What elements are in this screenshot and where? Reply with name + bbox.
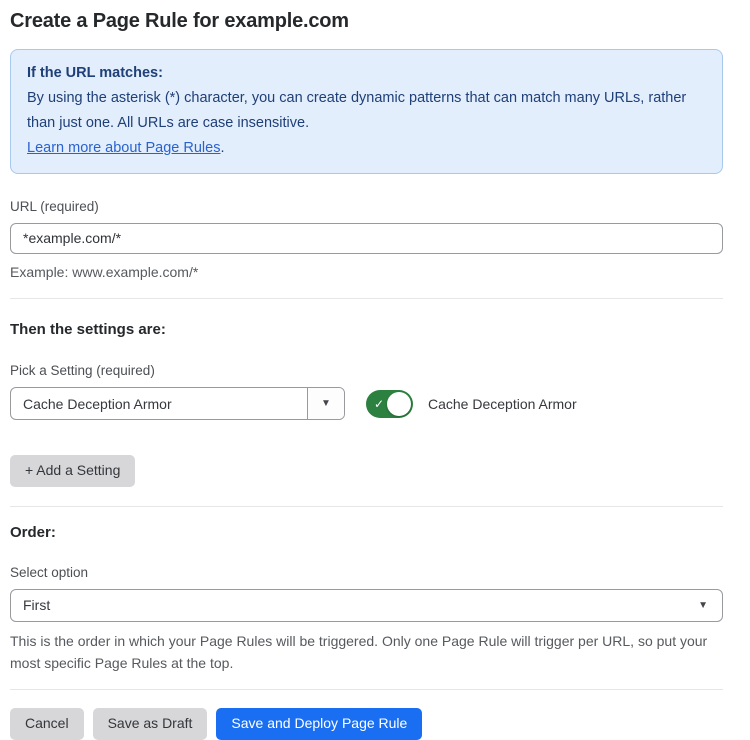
order-helper-text: This is the order in which your Page Rul…: [10, 630, 710, 675]
info-link-line: Learn more about Page Rules.: [27, 136, 706, 161]
settings-section-heading: Then the settings are:: [10, 321, 723, 338]
select-option-label: Select option: [10, 565, 723, 580]
pick-setting-label: Pick a Setting (required): [10, 363, 723, 378]
toggle-knob: [387, 392, 411, 416]
setting-dropdown-value: Cache Deception Armor: [11, 388, 307, 419]
add-setting-button[interactable]: + Add a Setting: [10, 455, 135, 486]
save-and-deploy-button[interactable]: Save and Deploy Page Rule: [216, 708, 422, 739]
order-select-value: First: [23, 597, 50, 613]
learn-more-link[interactable]: Learn more about Page Rules: [27, 140, 220, 156]
link-suffix: .: [220, 140, 224, 156]
url-helper-text: Example: www.example.com/*: [10, 261, 723, 283]
info-box-heading: If the URL matches:: [27, 61, 706, 86]
url-label: URL (required): [10, 199, 723, 214]
order-select[interactable]: First ▼: [10, 589, 723, 622]
setting-toggle-label: Cache Deception Armor: [428, 396, 577, 412]
cancel-button[interactable]: Cancel: [10, 708, 84, 739]
create-page-rule-form: Create a Page Rule for example.com If th…: [0, 0, 750, 740]
setting-dropdown[interactable]: Cache Deception Armor ▼: [10, 387, 345, 420]
setting-toggle[interactable]: ✓: [366, 390, 413, 418]
form-action-bar: Cancel Save as Draft Save and Deploy Pag…: [10, 708, 723, 739]
divider: [10, 298, 723, 299]
url-match-info-box: If the URL matches: By using the asteris…: [10, 49, 723, 174]
info-box-body: By using the asterisk (*) character, you…: [27, 86, 706, 136]
check-icon: ✓: [374, 397, 384, 411]
chevron-down-icon[interactable]: ▼: [307, 388, 344, 419]
save-as-draft-button[interactable]: Save as Draft: [93, 708, 208, 739]
divider: [10, 506, 723, 507]
chevron-down-icon: ▼: [698, 600, 708, 611]
url-input[interactable]: [10, 223, 723, 254]
order-section-heading: Order:: [10, 524, 723, 541]
page-title: Create a Page Rule for example.com: [10, 10, 723, 33]
divider: [10, 689, 723, 690]
setting-row: Cache Deception Armor ▼ ✓ Cache Deceptio…: [10, 387, 723, 420]
